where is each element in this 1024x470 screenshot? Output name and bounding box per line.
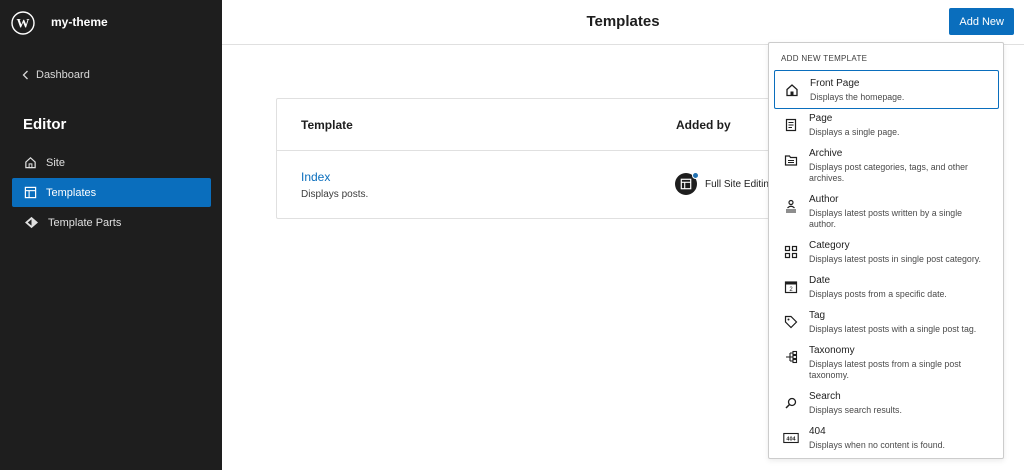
menu-title: ADD NEW TEMPLATE: [781, 54, 868, 63]
menu-item-description: Displays posts from a specific date.: [809, 289, 947, 299]
add-new-button[interactable]: Add New: [949, 8, 1014, 35]
menu-item-label: Taxonomy: [809, 345, 855, 356]
svg-text:W: W: [16, 15, 29, 30]
menu-item-archive[interactable]: Archive Displays post categories, tags, …: [774, 141, 999, 189]
menu-item-description: Displays latest posts written by a singl…: [809, 208, 963, 229]
menu-item-description: Displays search results.: [809, 405, 902, 415]
layout-icon: [675, 172, 699, 195]
menu-item-label: Tag: [809, 310, 826, 321]
sidebar-section-title: Editor: [23, 116, 67, 133]
menu-item-description: Displays when no content is found.: [809, 440, 945, 450]
home-icon: [25, 157, 36, 169]
sidebar-item-label: Templates: [46, 186, 97, 199]
menu-item-category[interactable]: Category Displays latest posts in single…: [774, 233, 999, 270]
added-by-label: Full Site Editin: [705, 178, 769, 190]
sidebar-item-label: Template Parts: [48, 216, 122, 229]
template-name-link[interactable]: Index: [301, 170, 330, 184]
header: Templates Add New: [222, 0, 1024, 45]
taxonomy-icon: [782, 348, 800, 366]
dashboard-back-link[interactable]: Dashboard: [22, 69, 90, 81]
menu-item-description: Displays a single page.: [809, 127, 900, 137]
layout-icon: [24, 186, 37, 199]
wordpress-logo-icon[interactable]: W: [0, 0, 45, 45]
home-icon: [783, 81, 801, 99]
sidebar-nav: Site Templates Template Parts: [12, 148, 211, 238]
menu-item-label: Page: [809, 113, 833, 124]
menu-item-taxonomy[interactable]: Taxonomy Displays latest posts from a si…: [774, 338, 999, 386]
menu-item-description: Displays latest posts with a single post…: [809, 324, 977, 334]
category-icon: [782, 243, 800, 261]
svg-text:404: 404: [786, 436, 796, 442]
page-title: Templates: [586, 13, 660, 30]
menu-item-label: Category: [809, 240, 850, 251]
page-icon: [782, 116, 800, 134]
site-name: my-theme: [51, 14, 108, 29]
chevron-left-icon: [22, 70, 28, 80]
search-icon: [782, 394, 800, 412]
sidebar-item-templates[interactable]: Templates: [12, 178, 211, 207]
sidebar-item-label: Site: [46, 156, 65, 169]
menu-item-author[interactable]: Author Displays latest posts written by …: [774, 187, 999, 235]
menu-item-description: Displays the homepage.: [810, 92, 905, 102]
template-description: Displays posts.: [301, 189, 369, 200]
menu-item-date[interactable]: 2 Date Displays posts from a specific da…: [774, 268, 999, 305]
symbol-icon: [25, 216, 38, 229]
archive-icon: [782, 151, 800, 169]
menu-item-label: Archive: [809, 148, 843, 159]
menu-item-label: Search: [809, 391, 841, 402]
menu-item-search[interactable]: Search Displays search results.: [774, 384, 999, 421]
sidebar-item-site[interactable]: Site: [12, 148, 211, 177]
menu-item-label: Date: [809, 275, 831, 286]
menu-item-description: Displays latest posts from a single post…: [809, 359, 962, 380]
menu-item-label: Author: [809, 194, 839, 205]
status-dot: [692, 172, 699, 179]
added-by: Full Site Editin: [675, 172, 769, 195]
menu-item-label: Front Page: [810, 78, 860, 89]
calendar-icon: 2: [782, 278, 800, 296]
not-found-icon: 404: [782, 429, 800, 447]
sidebar: W my-theme Dashboard Editor Site Templat…: [0, 0, 222, 470]
menu-item-page[interactable]: Page Displays a single page.: [774, 106, 999, 143]
dashboard-label: Dashboard: [36, 69, 90, 81]
menu-item-404[interactable]: 404 404 Displays when no content is foun…: [774, 419, 999, 456]
menu-item-description: Displays latest posts in single post cat…: [809, 254, 981, 264]
add-new-template-menu: ADD NEW TEMPLATE Front Page Displays the…: [768, 42, 1004, 459]
menu-item-front-page[interactable]: Front Page Displays the homepage.: [774, 70, 999, 109]
column-header-template: Template: [301, 118, 353, 132]
menu-item-tag[interactable]: Tag Displays latest posts with a single …: [774, 303, 999, 340]
sidebar-item-template-parts[interactable]: Template Parts: [12, 208, 211, 237]
tag-icon: [782, 313, 800, 331]
table-row: Index Displays posts. Full Site Editin: [277, 151, 795, 218]
author-icon: [782, 197, 800, 215]
templates-table: Template Added by Index Displays posts. …: [276, 98, 796, 219]
brand: W my-theme: [0, 0, 222, 45]
menu-item-description: Displays post categories, tags, and othe…: [809, 162, 968, 183]
menu-item-label: 404: [809, 426, 826, 437]
table-header: Template Added by: [277, 99, 795, 151]
column-header-added-by: Added by: [676, 118, 731, 132]
